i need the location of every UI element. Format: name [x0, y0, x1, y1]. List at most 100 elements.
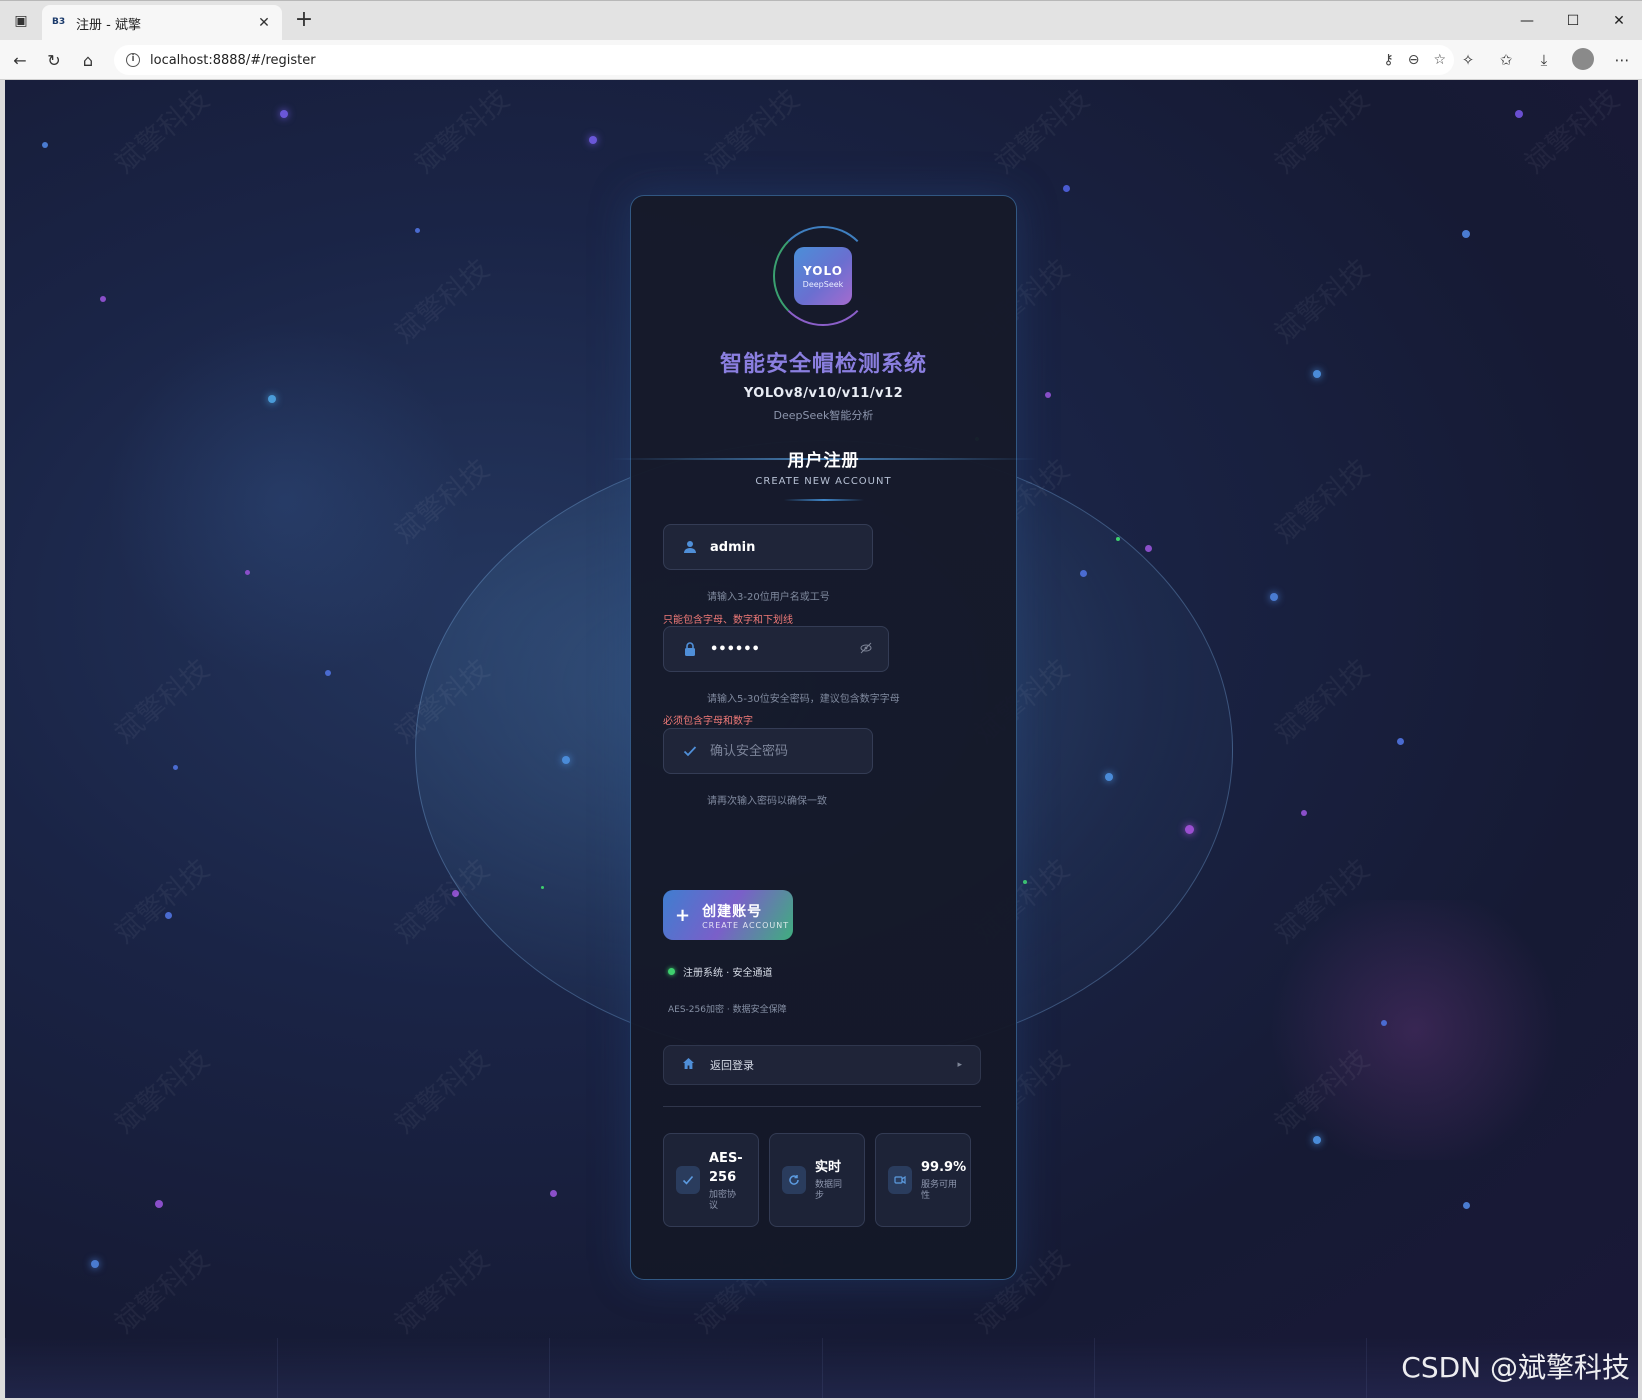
register-subtitle: CREATE NEW ACCOUNT: [755, 476, 892, 487]
watermark: 斌擎科技: [388, 1042, 496, 1140]
close-window-icon[interactable]: ✕: [1596, 1, 1642, 41]
refresh-icon[interactable]: ↻: [42, 48, 66, 72]
username-hint: 请输入3-20位用户名或工号: [707, 592, 830, 603]
stat-label: 议: [709, 1201, 719, 1211]
username-field[interactable]: [663, 524, 873, 570]
analysis-subtitle: DeepSeek智能分析: [773, 409, 874, 422]
video-icon: [888, 1166, 912, 1194]
download-icon[interactable]: ⤓: [1534, 48, 1554, 72]
stat-label: 加密协: [709, 1190, 737, 1200]
section-divider: [663, 1106, 981, 1107]
logo-badge: YOLO DeepSeek: [794, 247, 852, 305]
watermark: 斌擎科技: [1268, 652, 1376, 750]
background-glow: [105, 320, 465, 680]
register-page: 斌擎科技 斌擎科技 斌擎科技 斌擎科技 斌擎科技 斌擎科技 斌擎科技 斌擎科技 …: [5, 80, 1638, 1398]
password-hint: 请输入5-30位安全密码，建议包含数字字母: [707, 694, 900, 705]
watermark: 斌擎科技: [1268, 82, 1376, 180]
more-menu-icon[interactable]: ⋯: [1612, 48, 1632, 72]
url-text: localhost:8888/#/register: [150, 52, 316, 68]
favorites-icon[interactable]: ✩: [1496, 48, 1516, 72]
register-underline: [784, 499, 864, 501]
key-icon[interactable]: ⚷: [1383, 52, 1393, 68]
stat-card-realtime: 实时 数据同 步: [769, 1133, 865, 1227]
confirm-hint: 请再次输入密码以确保一致: [707, 796, 827, 807]
minimize-icon[interactable]: —: [1504, 1, 1550, 41]
stat-value: AES-: [709, 1151, 743, 1166]
sidebar-toggle-icon[interactable]: ▣: [10, 11, 32, 31]
create-account-sublabel: CREATE ACCOUNT: [702, 920, 790, 930]
new-tab-button[interactable]: +: [292, 9, 316, 33]
watermark: 斌擎科技: [108, 82, 216, 180]
status-dot-icon: [668, 968, 675, 975]
password-error: 必须包含字母和数字: [663, 716, 753, 727]
chevron-right-icon: ▸: [957, 1060, 962, 1070]
system-title: 智能安全帽检测系统: [719, 352, 927, 377]
favorite-star-icon[interactable]: ☆: [1433, 52, 1446, 68]
stat-card-availability: 99.9% 服务可用 性: [875, 1133, 971, 1227]
user-icon: [682, 539, 698, 555]
password-field[interactable]: [663, 626, 889, 672]
confirm-password-input[interactable]: [710, 743, 850, 759]
profile-avatar[interactable]: [1572, 48, 1594, 70]
tab-favicon-icon: B3: [52, 17, 66, 27]
status-text: 注册系统 · 安全通道: [683, 968, 773, 979]
register-title: 用户注册: [787, 451, 860, 471]
watermark: 斌擎科技: [1518, 82, 1626, 180]
logo-sub-text: DeepSeek: [802, 279, 844, 289]
register-card: YOLO DeepSeek 智能安全帽检测系统 YOLOv8/v10/v11/v…: [611, 195, 1038, 1280]
window-controls: — ☐ ✕: [1504, 1, 1642, 41]
back-to-login-link[interactable]: 返回登录 ▸: [663, 1045, 981, 1085]
watermark: 斌擎科技: [108, 1042, 216, 1140]
stat-label: 服务可用: [921, 1180, 958, 1190]
watermark: 斌擎科技: [108, 852, 216, 950]
eye-toggle-icon[interactable]: [860, 642, 874, 656]
password-input[interactable]: [710, 641, 850, 657]
stat-card-encryption: AES- 256 加密协 议: [663, 1133, 759, 1227]
create-account-button[interactable]: + 创建账号 CREATE ACCOUNT: [663, 890, 793, 940]
create-account-label: 创建账号: [702, 903, 763, 920]
watermark: 斌擎科技: [108, 1242, 216, 1340]
watermark: 斌擎科技: [698, 82, 806, 180]
watermark: 斌擎科技: [988, 82, 1096, 180]
sync-icon: [782, 1166, 806, 1194]
watermark: 斌擎科技: [1268, 452, 1376, 550]
back-to-login-label: 返回登录: [710, 1059, 754, 1072]
confirm-password-field[interactable]: [663, 728, 873, 774]
maximize-icon[interactable]: ☐: [1550, 1, 1596, 41]
tab-close-icon[interactable]: ✕: [256, 15, 272, 31]
csdn-watermark: CSDN @斌擎科技: [1401, 1351, 1630, 1384]
stat-label: 步: [815, 1191, 825, 1201]
stat-label: 性: [921, 1191, 931, 1201]
logo: YOLO DeepSeek: [773, 226, 873, 326]
stat-value: 99.9%: [921, 1160, 967, 1175]
tab-title: 注册 - 斌擎: [76, 17, 141, 33]
check-icon: [682, 743, 698, 759]
username-input[interactable]: [710, 539, 850, 555]
status-indicator: 注册系统 · 安全通道: [668, 964, 773, 979]
extensions-icon[interactable]: ✧: [1458, 48, 1478, 72]
background-glow: [1255, 900, 1575, 1160]
logo-main-text: YOLO: [803, 263, 843, 278]
security-note: AES-256加密 · 数据安全保障: [668, 1005, 787, 1015]
browser-tab-bar: ▣ B3 注册 - 斌擎 ✕ + — ☐ ✕: [0, 0, 1642, 41]
model-versions: YOLOv8/v10/v11/v12: [743, 386, 904, 401]
stat-value: 256: [709, 1170, 737, 1185]
plus-icon: +: [675, 904, 691, 926]
stat-value: 实时: [815, 1160, 842, 1175]
username-error: 只能包含字母、数字和下划线: [663, 615, 793, 626]
home-nav-icon[interactable]: ⌂: [76, 48, 100, 72]
lock-icon: [682, 641, 698, 657]
site-info-icon[interactable]: i: [126, 53, 140, 67]
url-field[interactable]: i localhost:8888/#/register ⚷ ⊖ ☆: [114, 45, 1454, 75]
check-icon: [676, 1166, 700, 1194]
stat-label: 数据同: [815, 1180, 843, 1190]
back-arrow-icon[interactable]: ←: [8, 48, 32, 72]
watermark: 斌擎科技: [388, 1242, 496, 1340]
bottom-decoration: [5, 1338, 1638, 1398]
home-icon: [682, 1057, 698, 1074]
browser-tab[interactable]: B3 注册 - 斌擎 ✕: [42, 5, 282, 41]
zoom-icon[interactable]: ⊖: [1408, 52, 1420, 68]
watermark: 斌擎科技: [408, 82, 516, 180]
browser-address-bar: ← ↻ ⌂ i localhost:8888/#/register ⚷ ⊖ ☆ …: [0, 40, 1642, 80]
watermark: 斌擎科技: [1268, 252, 1376, 350]
